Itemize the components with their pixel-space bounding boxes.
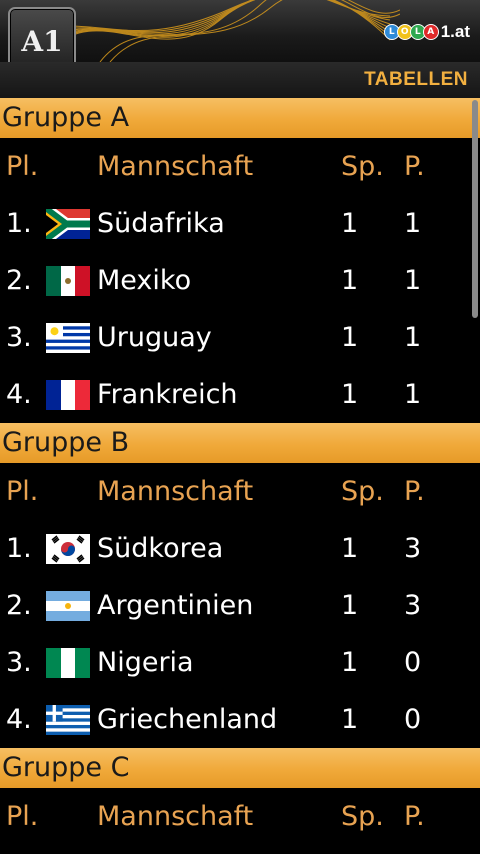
column-team: Mannschaft bbox=[97, 151, 254, 182]
team-row[interactable]: 4. Frankreich 1 1 bbox=[0, 366, 480, 423]
column-team: Mannschaft bbox=[97, 801, 254, 832]
points: 1 bbox=[404, 379, 422, 410]
team-name: Südkorea bbox=[97, 533, 224, 564]
column-header-row: Pl. Mannschaft Sp. P. bbox=[0, 463, 480, 520]
team-row[interactable]: 1. Südafrika 1 1 bbox=[0, 195, 480, 252]
column-pl: Pl. bbox=[6, 151, 39, 182]
games-played: 1 bbox=[341, 533, 359, 564]
group-header: Gruppe A bbox=[0, 98, 480, 138]
standings-list[interactable]: Gruppe A Pl. Mannschaft Sp. P. 1. Südafrika 1 1 2… bbox=[0, 98, 480, 845]
team-position: 2. bbox=[6, 590, 32, 621]
team-row[interactable]: 2. Argentinien 1 3 bbox=[0, 577, 480, 634]
games-played: 1 bbox=[341, 704, 359, 735]
team-name: Argentinien bbox=[97, 590, 254, 621]
column-sp: Sp. bbox=[341, 476, 384, 507]
brand-text: 1.at bbox=[440, 22, 470, 41]
france-flag bbox=[46, 380, 90, 410]
team-row[interactable]: 4. Griechenland 1 0 bbox=[0, 691, 480, 748]
mexico-flag bbox=[46, 266, 90, 296]
team-row[interactable]: 3. Uruguay 1 1 bbox=[0, 309, 480, 366]
points: 3 bbox=[404, 533, 422, 564]
column-points: P. bbox=[404, 801, 425, 832]
column-points: P. bbox=[404, 476, 425, 507]
points: 1 bbox=[404, 322, 422, 353]
team-position: 2. bbox=[6, 265, 32, 296]
app-header: A1 L O L A 1.at bbox=[0, 0, 480, 62]
points: 1 bbox=[404, 265, 422, 296]
column-sp: Sp. bbox=[341, 151, 384, 182]
points: 1 bbox=[404, 208, 422, 239]
greece-flag bbox=[46, 705, 90, 735]
games-played: 1 bbox=[341, 265, 359, 296]
lola-balls: L O L A bbox=[383, 24, 439, 40]
team-position: 4. bbox=[6, 704, 32, 735]
games-played: 1 bbox=[341, 647, 359, 678]
team-row[interactable]: 3. Nigeria 1 0 bbox=[0, 634, 480, 691]
games-played: 1 bbox=[341, 590, 359, 621]
page-title: TABELLEN bbox=[364, 69, 468, 90]
games-played: 1 bbox=[341, 322, 359, 353]
team-name: Frankreich bbox=[97, 379, 238, 410]
team-row[interactable]: 1. Südkorea 1 3 bbox=[0, 520, 480, 577]
team-name: Mexiko bbox=[97, 265, 192, 296]
team-position: 4. bbox=[6, 379, 32, 410]
column-team: Mannschaft bbox=[97, 476, 254, 507]
nigeria-flag bbox=[46, 648, 90, 678]
lola-ball: A bbox=[422, 24, 439, 40]
south-africa-flag bbox=[46, 209, 90, 239]
column-points: P. bbox=[404, 151, 425, 182]
column-pl: Pl. bbox=[6, 801, 39, 832]
column-sp: Sp. bbox=[341, 801, 384, 832]
south-korea-flag bbox=[46, 534, 90, 564]
games-played: 1 bbox=[341, 208, 359, 239]
team-name: Uruguay bbox=[97, 322, 212, 353]
column-header-row: Pl. Mannschaft Sp. P. bbox=[0, 138, 480, 195]
games-played: 1 bbox=[341, 379, 359, 410]
team-name: Nigeria bbox=[97, 647, 194, 678]
uruguay-flag bbox=[46, 323, 90, 353]
column-pl: Pl. bbox=[6, 476, 39, 507]
a1-logo[interactable]: A1 bbox=[8, 7, 76, 62]
team-position: 3. bbox=[6, 322, 32, 353]
team-row[interactable]: 2. Mexiko 1 1 bbox=[0, 252, 480, 309]
column-header-row: Pl. Mannschaft Sp. P. bbox=[0, 788, 480, 845]
lola-brand-logo: L O L A 1.at bbox=[383, 19, 470, 45]
team-position: 3. bbox=[6, 647, 32, 678]
group-header: Gruppe C bbox=[0, 748, 480, 788]
group-header: Gruppe B bbox=[0, 423, 480, 463]
scrollbar[interactable] bbox=[472, 100, 478, 318]
team-name: Griechenland bbox=[97, 704, 278, 735]
points: 0 bbox=[404, 647, 422, 678]
swirl-graphic bbox=[49, 0, 400, 62]
team-position: 1. bbox=[6, 208, 32, 239]
team-name: Südafrika bbox=[97, 208, 225, 239]
argentina-flag bbox=[46, 591, 90, 621]
points: 3 bbox=[404, 590, 422, 621]
points: 0 bbox=[404, 704, 422, 735]
team-position: 1. bbox=[6, 533, 32, 564]
